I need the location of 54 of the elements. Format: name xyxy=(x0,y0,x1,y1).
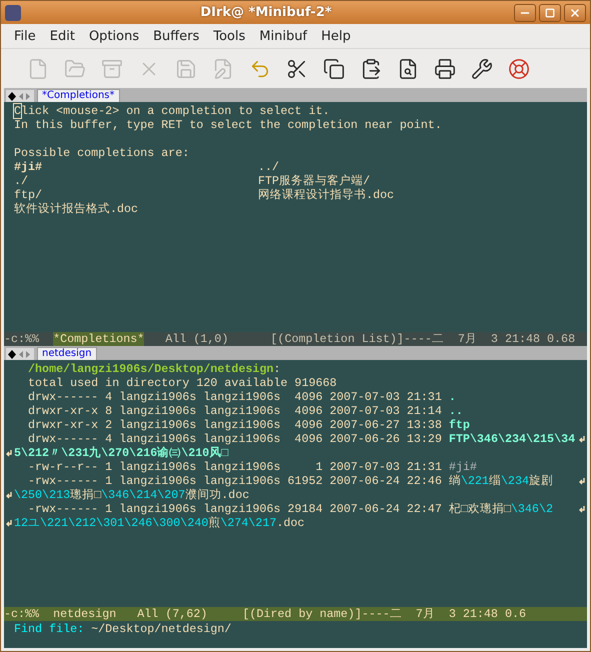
minibuffer-input[interactable]: ~/Desktop/netdesign/ xyxy=(91,621,232,638)
menu-item[interactable]: Tools xyxy=(206,28,252,44)
completion-item[interactable]: ftp/ xyxy=(14,188,42,202)
menu-item[interactable]: Help xyxy=(314,28,358,44)
completion-item[interactable]: 网络课程设计指导书.doc xyxy=(258,188,394,202)
completion-item[interactable]: #ji# xyxy=(14,160,42,174)
mode-line-status: All (7,62) [(Dired by name)]----二 7月 3 21:48 0.6 xyxy=(136,607,526,621)
wrap-arrow-icon xyxy=(578,476,586,486)
file-entry-line: -rwx------ 1 langzi1906s langzi1906s 61952 2007-06-24 22:46 绱\221缁\234旋剧 xyxy=(27,474,554,488)
menu-item[interactable]: Buffers xyxy=(146,28,206,44)
directory-path: /home/langzi1906s/Desktop/netdesign: xyxy=(27,362,282,376)
menu-item[interactable]: Edit xyxy=(42,28,82,44)
file-entry-line: \250\213璁捐□\346\214\207濮间功.doc xyxy=(14,488,250,502)
wrap-arrow-icon xyxy=(578,504,586,514)
buffer-tab[interactable]: netdesign xyxy=(37,347,97,360)
file-entry-line: total used in directory 120 available 919668 xyxy=(27,376,338,390)
close-icon xyxy=(569,6,581,18)
mode-line-buffer-name: *Completions* xyxy=(53,332,144,346)
maximize-icon xyxy=(545,8,555,18)
wrap-arrow-icon xyxy=(5,490,13,500)
menu-item[interactable]: Minibuf xyxy=(252,28,314,44)
scroll-arrows-icon[interactable] xyxy=(6,90,34,102)
wrap-arrow-icon xyxy=(5,448,13,458)
file-entry-line: drwxr-xr-x 2 langzi1906s langzi1906s 4096 2007-06-27 13:38 ftp xyxy=(27,418,471,432)
file-entry-line: drwxr-xr-x 8 langzi1906s langzi1906s 4096 2007-07-03 21:14 .. xyxy=(27,404,464,418)
completion-item[interactable]: ../ xyxy=(258,160,280,174)
window-title: DIrk@ *Minibuf-2* xyxy=(199,5,333,20)
mode-line-flags: -c:%% xyxy=(4,332,40,346)
file-entry-line: -rw-r--r-- 1 langzi1906s langzi1906s 1 2007-07-03 21:31 #ji# xyxy=(27,460,478,474)
mode-line-buffer-name: netdesign xyxy=(53,607,116,621)
maximize-button[interactable] xyxy=(539,4,561,22)
wrap-arrow-icon xyxy=(5,518,13,528)
menu-item[interactable]: File xyxy=(7,28,43,44)
wrap-arrow-icon xyxy=(578,434,586,444)
mode-line-flags: -c:%% xyxy=(4,607,40,621)
minimize-button[interactable] xyxy=(514,4,536,22)
scroll-arrows-icon[interactable] xyxy=(6,348,34,360)
file-entry-line: drwx------ 4 langzi1906s langzi1906s 4096 2007-06-26 13:29 FTP\346\234\215\34 xyxy=(27,432,576,446)
app-icon xyxy=(5,4,21,20)
file-entry-line: 5\212〃\231九\270\216谕㈢\210风□ xyxy=(14,446,230,460)
buffer-tab[interactable]: *Completions* xyxy=(37,89,120,102)
menu-item[interactable]: Options xyxy=(82,28,146,44)
file-entry-line: drwx------ 4 langzi1906s langzi1906s 4096 2007-07-03 21:31 . xyxy=(27,390,457,404)
minibuffer-prompt: Find file: xyxy=(14,621,84,638)
completion-item[interactable]: 软件设计报告格式.doc xyxy=(14,202,138,216)
completion-item[interactable]: ./ xyxy=(14,174,28,188)
help-text: In this buffer, type RET to select the completion near point. xyxy=(13,118,443,132)
file-entry-line: -rwx------ 1 langzi1906s langzi1906s 29184 2007-06-24 22:47 杞□欢璁捐□\346\2 xyxy=(27,502,554,516)
file-entry-line: 12ユ\221\212\301\246\300\240煎\274\217.doc xyxy=(14,516,306,530)
completion-item[interactable]: FTP服务器与客户端/ xyxy=(258,174,370,188)
completions-heading: Possible completions are: xyxy=(13,146,190,160)
mode-line-status: All (1,0) [(Completion List)]----二 7月 3 21:48 0.68 xyxy=(164,332,576,346)
close-button[interactable] xyxy=(564,4,586,22)
help-text: Click <mouse-2> on a completion to select it. xyxy=(13,104,331,118)
